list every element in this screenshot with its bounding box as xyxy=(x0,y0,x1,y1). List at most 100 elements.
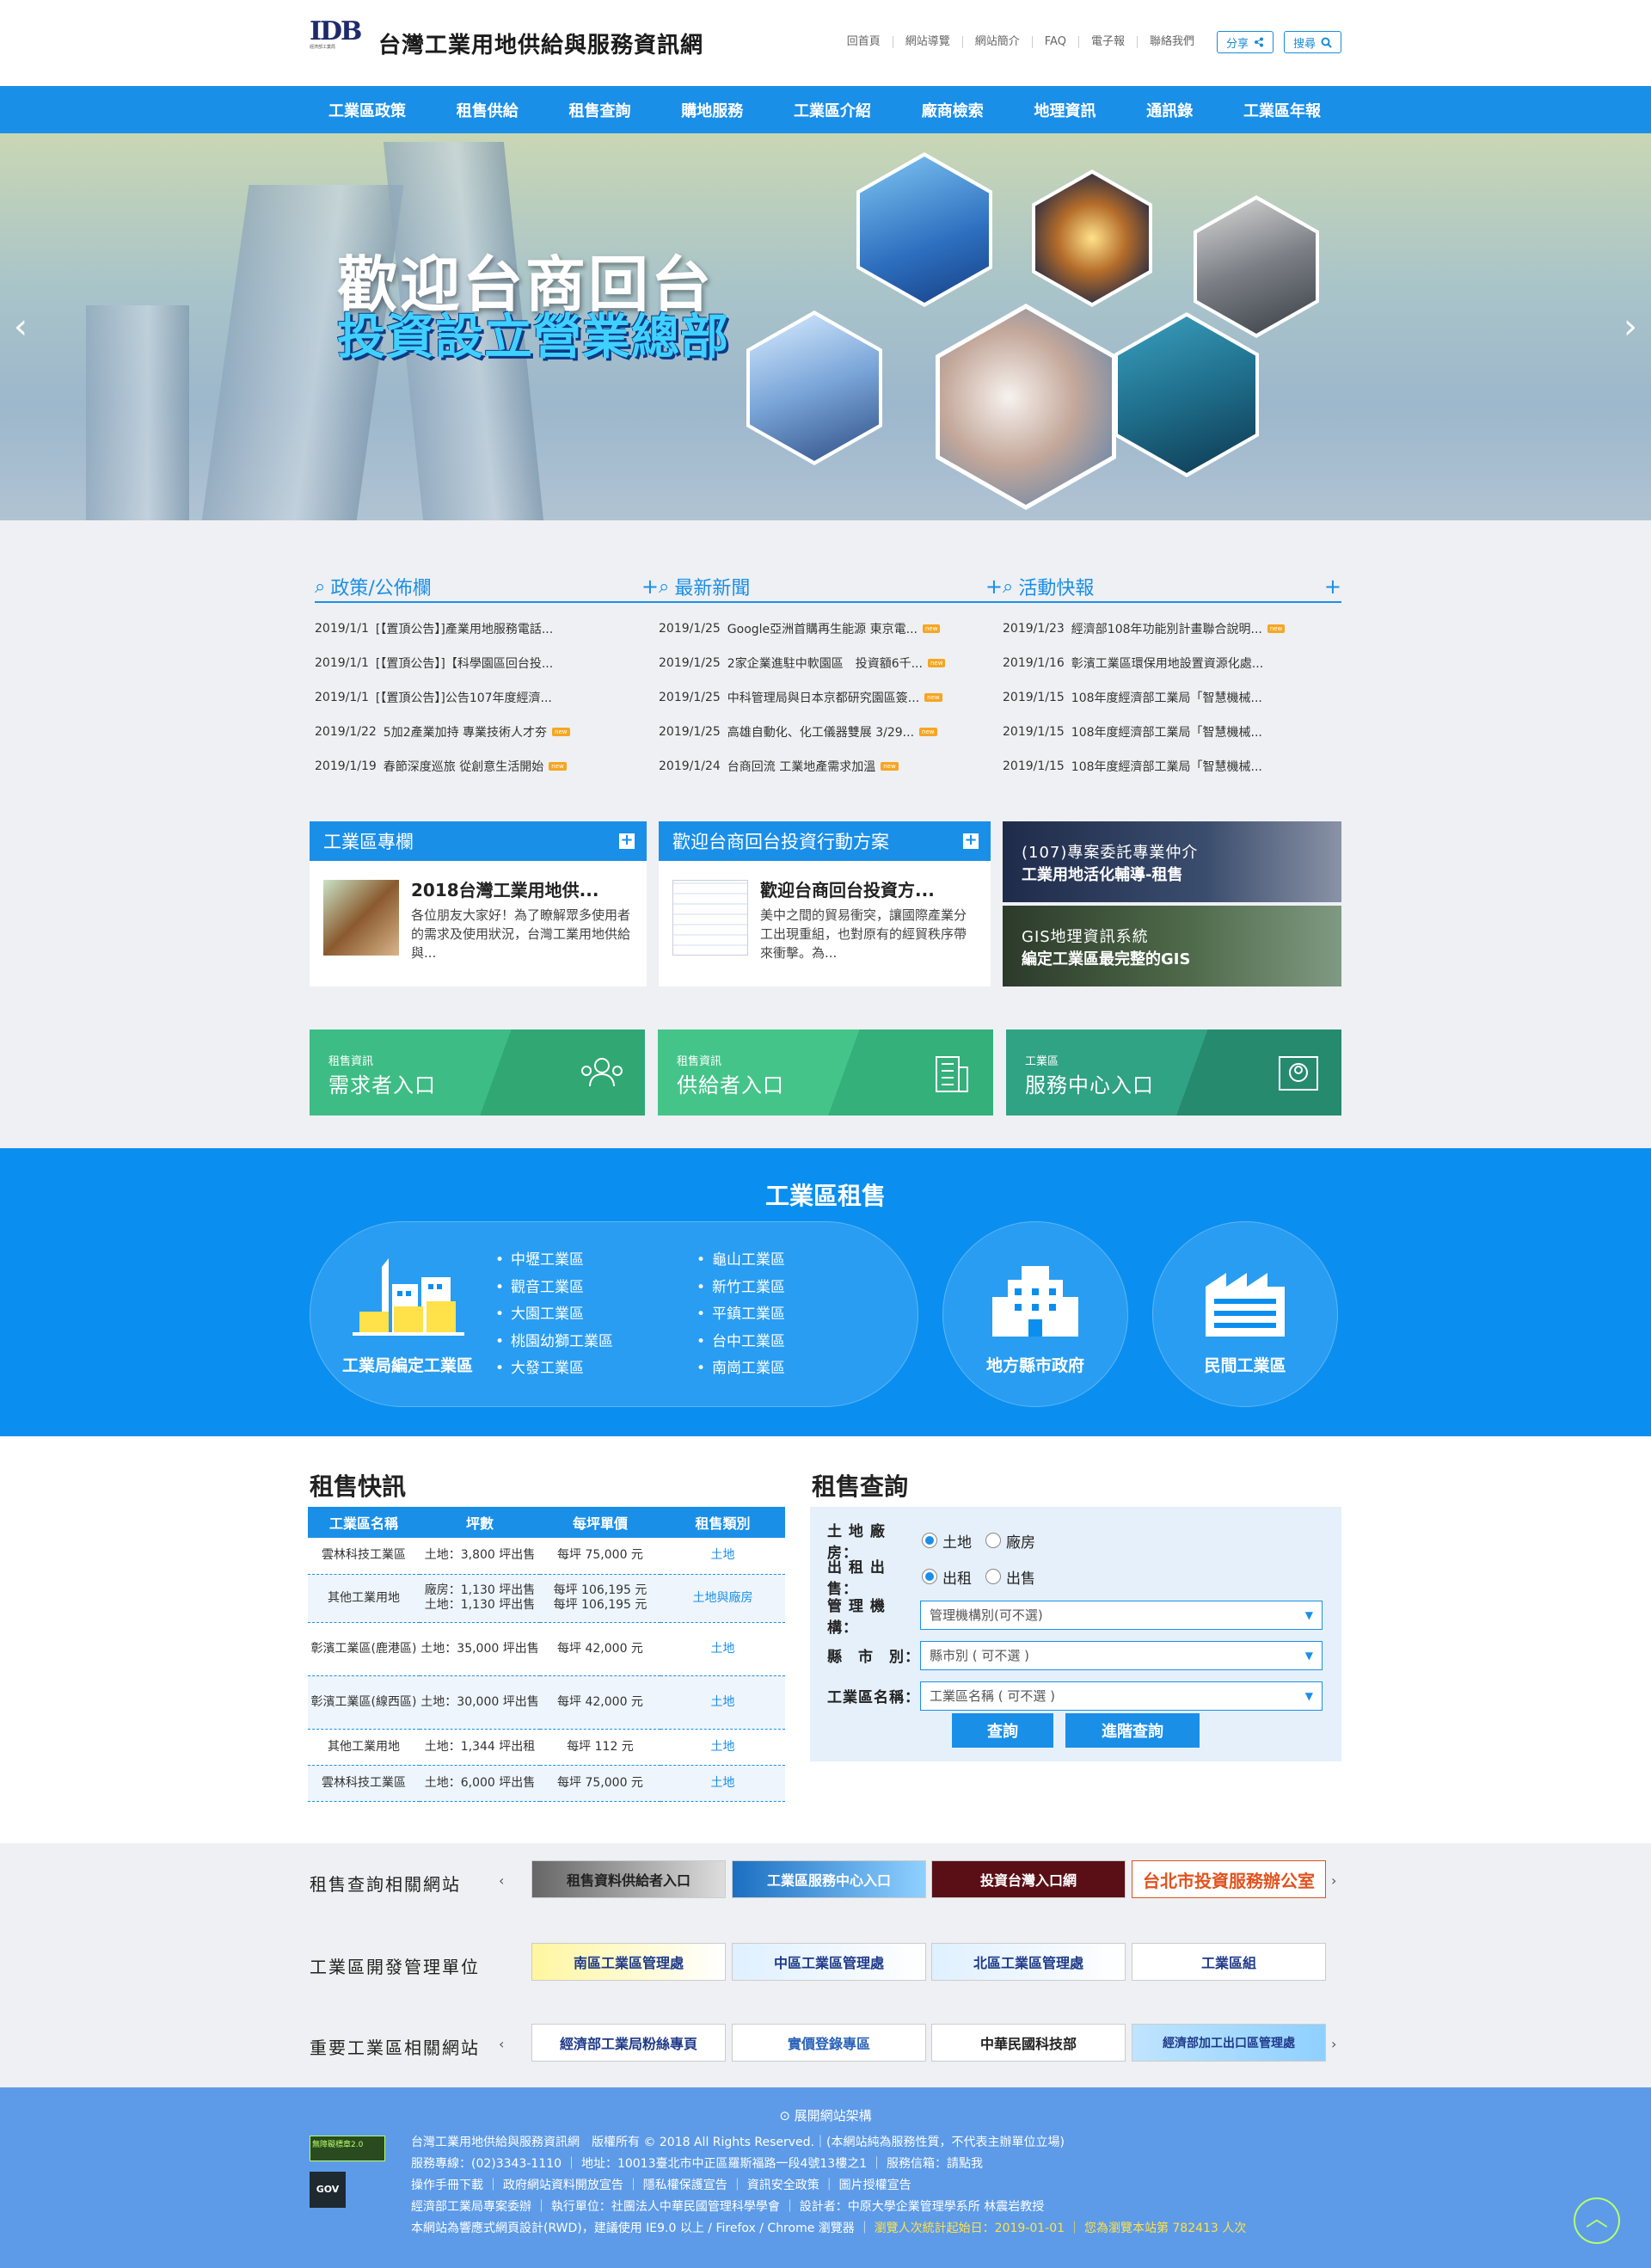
county-select[interactable]: 縣市別 ( 可不選 ) ▼ xyxy=(920,1640,1323,1670)
carousel-prev-icon[interactable]: ‹ xyxy=(499,1872,504,1889)
gis-promo-banner[interactable]: GIS地理資訊系統 編定工業區最完整的GIS xyxy=(1003,906,1341,986)
news-item[interactable]: 2019/1/1 [【置頂公告】]產業用地服務電話... xyxy=(315,612,659,646)
column-card[interactable]: 工業區專欄 + 2018台灣工業用地供... 各位朋友大家好！為了瞭解眾多使用者的… xyxy=(310,821,647,986)
table-row[interactable]: 彰濱工業區(線西區) 土地：30,000 坪出售 每坪 42,000 元土地 xyxy=(308,1675,785,1730)
park-link[interactable]: 大發工業區 xyxy=(495,1355,613,1383)
footer-links[interactable]: 操作手冊下載 ｜ 政府網站資料開放宣告 ｜ 隱私權保護宣告 ｜ 資訊安全政策 ｜… xyxy=(411,2175,911,2197)
related-logo[interactable]: 南區工業區管理處 xyxy=(531,1943,726,1981)
gov-badge[interactable]: GOV xyxy=(310,2172,346,2208)
more-plus-icon[interactable]: + xyxy=(641,575,659,599)
news-item[interactable]: 2019/1/25 高雄自動化、化工儀器雙展 3/29... new xyxy=(659,715,1003,749)
news-item[interactable]: 2019/1/15 108年度經濟部工業局「智慧機械... xyxy=(1003,715,1341,749)
card-title[interactable]: 歡迎台商回台投資方... xyxy=(760,876,935,901)
expand-sitemap-toggle[interactable]: ⊙ 展開網站架構 xyxy=(0,2106,1651,2124)
park-link[interactable]: 觀音工業區 xyxy=(495,1275,613,1302)
supplier-entry-button[interactable]: 租售資訊 供給者入口 xyxy=(658,1030,993,1116)
related-logo[interactable]: 投資台灣入口網 xyxy=(931,1860,1126,1898)
idb-parks-label[interactable]: 工業局編定工業區 xyxy=(330,1353,485,1376)
park-link[interactable]: 龜山工業區 xyxy=(697,1247,785,1275)
banner-next-arrow[interactable]: › xyxy=(1613,310,1648,344)
radio-button[interactable] xyxy=(922,1533,937,1548)
news-title[interactable]: 活動快報 xyxy=(1018,573,1094,600)
related-logo[interactable]: 北區工業區管理處 xyxy=(931,1943,1126,1981)
demand-entry-button[interactable]: 租售資訊 需求者入口 xyxy=(310,1030,645,1116)
more-plus-icon[interactable]: + xyxy=(1324,575,1341,599)
park-link[interactable]: 中壢工業區 xyxy=(495,1247,613,1275)
radio-sell[interactable]: 出售 xyxy=(984,1566,1035,1588)
nav-vendor[interactable]: 廠商檢索 xyxy=(901,99,1004,121)
radio-rent[interactable]: 出租 xyxy=(920,1566,972,1588)
county-gov-label[interactable]: 地方縣市政府 xyxy=(942,1353,1128,1376)
cell-type[interactable]: 土地 xyxy=(660,1538,785,1575)
news-item[interactable]: 2019/1/25 2家企業進駐中軟園區 投資額6千... new xyxy=(659,646,1003,680)
carousel-prev-icon[interactable]: ‹ xyxy=(499,2036,504,2052)
carousel-next-icon[interactable]: › xyxy=(1331,2036,1336,2052)
park-name-select[interactable]: 工業區名稱 ( 可不選 ) ▼ xyxy=(920,1681,1323,1711)
back-to-top-button[interactable]: ︿ xyxy=(1574,2197,1620,2244)
table-row[interactable]: 雲林科技工業區 土地：6,000 坪出售 每坪 75,000 元土地 xyxy=(308,1765,785,1802)
nav-intro[interactable]: 工業區介紹 xyxy=(773,99,892,121)
table-row[interactable]: 其他工業用地 廠房：1,130 坪出售 土地：1,130 坪出售 每坪 106,19… xyxy=(308,1574,785,1623)
park-link[interactable]: 南崗工業區 xyxy=(697,1355,785,1383)
query-button[interactable]: 查詢 xyxy=(952,1713,1053,1748)
news-title[interactable]: 最新新聞 xyxy=(674,573,750,600)
card-title[interactable]: 2018台灣工業用地供... xyxy=(411,876,598,901)
news-item[interactable]: 2019/1/23 經濟部108年功能別計畫聯合說明... new xyxy=(1003,612,1341,646)
radio-button[interactable] xyxy=(922,1569,937,1584)
nav-query[interactable]: 租售查詢 xyxy=(549,99,652,121)
news-item[interactable]: 2019/1/19 春節深度巡旅 從創意生活開始 new xyxy=(315,749,659,784)
accessibility-badge[interactable]: 無障礙標章2.0 xyxy=(310,2136,385,2161)
news-item[interactable]: 2019/1/16 彰濱工業區環保用地設置資源化處... xyxy=(1003,646,1341,680)
radio-button[interactable] xyxy=(985,1569,1001,1584)
table-row[interactable]: 雲林科技工業區 土地：3,800 坪出售 每坪 75,000 元土地 xyxy=(308,1538,785,1575)
link-faq[interactable]: FAQ xyxy=(1031,36,1078,48)
nav-directory[interactable]: 通訊錄 xyxy=(1126,99,1213,121)
related-logo[interactable]: 工業區服務中心入口 xyxy=(732,1860,926,1898)
link-about[interactable]: 網站簡介 xyxy=(961,36,1032,48)
related-logo[interactable]: 台北市投資服務辦公室 xyxy=(1132,1860,1326,1898)
nav-annual[interactable]: 工業區年報 xyxy=(1223,99,1341,121)
service-center-entry-button[interactable]: 工業區 服務中心入口 xyxy=(1006,1030,1341,1116)
related-logo[interactable]: 中華民國科技部 xyxy=(931,2024,1126,2062)
radio-button[interactable] xyxy=(985,1533,1001,1548)
related-logo[interactable]: 實價登錄專區 xyxy=(732,2024,926,2062)
nav-purchase[interactable]: 購地服務 xyxy=(660,99,764,121)
idb-logo[interactable]: IDB 經濟部工業局 xyxy=(310,19,362,65)
nav-policy[interactable]: 工業區政策 xyxy=(308,99,427,121)
link-home[interactable]: 回首頁 xyxy=(835,36,893,48)
agent-promo-banner[interactable]: (107)專案委託專業仲介 工業用地活化輔導-租售 xyxy=(1003,821,1341,902)
news-title[interactable]: 政策/公佈欄 xyxy=(330,573,431,600)
carousel-next-icon[interactable]: › xyxy=(1331,1872,1336,1889)
park-link[interactable]: 新竹工業區 xyxy=(697,1275,785,1302)
news-item[interactable]: 2019/1/15 108年度經濟部工業局「智慧機械... xyxy=(1003,749,1341,784)
link-sitemap[interactable]: 網站導覽 xyxy=(892,36,962,48)
news-item[interactable]: 2019/1/15 108年度經濟部工業局「智慧機械... xyxy=(1003,680,1341,715)
link-newsletter[interactable]: 電子報 xyxy=(1077,36,1137,48)
table-row[interactable]: 彰濱工業區(鹿港區) 土地：35,000 坪出售 每坪 42,000 元土地 xyxy=(308,1622,785,1676)
news-item[interactable]: 2019/1/1 [【置頂公告】]【科學園區回台投... xyxy=(315,646,659,680)
investment-card[interactable]: 歡迎台商回台投資行動方案 + 歡迎台商回台投資方... 美中之間的貿易衝突，讓國際… xyxy=(659,821,991,986)
park-link[interactable]: 大園工業區 xyxy=(495,1301,613,1329)
advanced-query-button[interactable]: 進階查詢 xyxy=(1065,1713,1200,1748)
cell-type[interactable]: 土地 xyxy=(660,1729,785,1766)
park-link[interactable]: 台中工業區 xyxy=(697,1329,785,1356)
banner-prev-arrow[interactable]: ‹ xyxy=(3,310,38,344)
news-item[interactable]: 2019/1/1 [【置頂公告】]公告107年度經濟... xyxy=(315,680,659,715)
parks-illustration-icon[interactable] xyxy=(353,1258,464,1337)
agency-select[interactable]: 管理機構別(可不選) ▼ xyxy=(920,1600,1323,1630)
related-logo[interactable]: 租售資料供給者入口 xyxy=(531,1860,726,1898)
private-park-label[interactable]: 民間工業區 xyxy=(1152,1353,1338,1376)
radio-plant[interactable]: 廠房 xyxy=(984,1530,1035,1552)
related-logo[interactable]: 中區工業區管理處 xyxy=(732,1943,926,1981)
related-logo[interactable]: 經濟部加工出口區管理處 xyxy=(1132,2024,1326,2062)
radio-land[interactable]: 土地 xyxy=(920,1530,972,1552)
cell-type[interactable]: 土地 xyxy=(660,1675,785,1730)
footer-contact[interactable]: 服務專線：(02)3343-1110 ｜ 地址：10013臺北市中正區羅斯福路一… xyxy=(411,2154,983,2175)
cell-type[interactable]: 土地 xyxy=(660,1765,785,1802)
related-logo[interactable]: 工業區組 xyxy=(1132,1943,1326,1981)
link-contact[interactable]: 聯絡我們 xyxy=(1136,36,1206,48)
more-plus-icon[interactable]: + xyxy=(985,575,1003,599)
news-item[interactable]: 2019/1/25 Google亞洲首購再生能源 東京電... new xyxy=(659,612,1003,646)
news-item[interactable]: 2019/1/24 台商回流 工業地產需求加溫 new xyxy=(659,749,1003,784)
news-item[interactable]: 2019/1/25 中科管理局與日本京都研究園區簽... new xyxy=(659,680,1003,715)
